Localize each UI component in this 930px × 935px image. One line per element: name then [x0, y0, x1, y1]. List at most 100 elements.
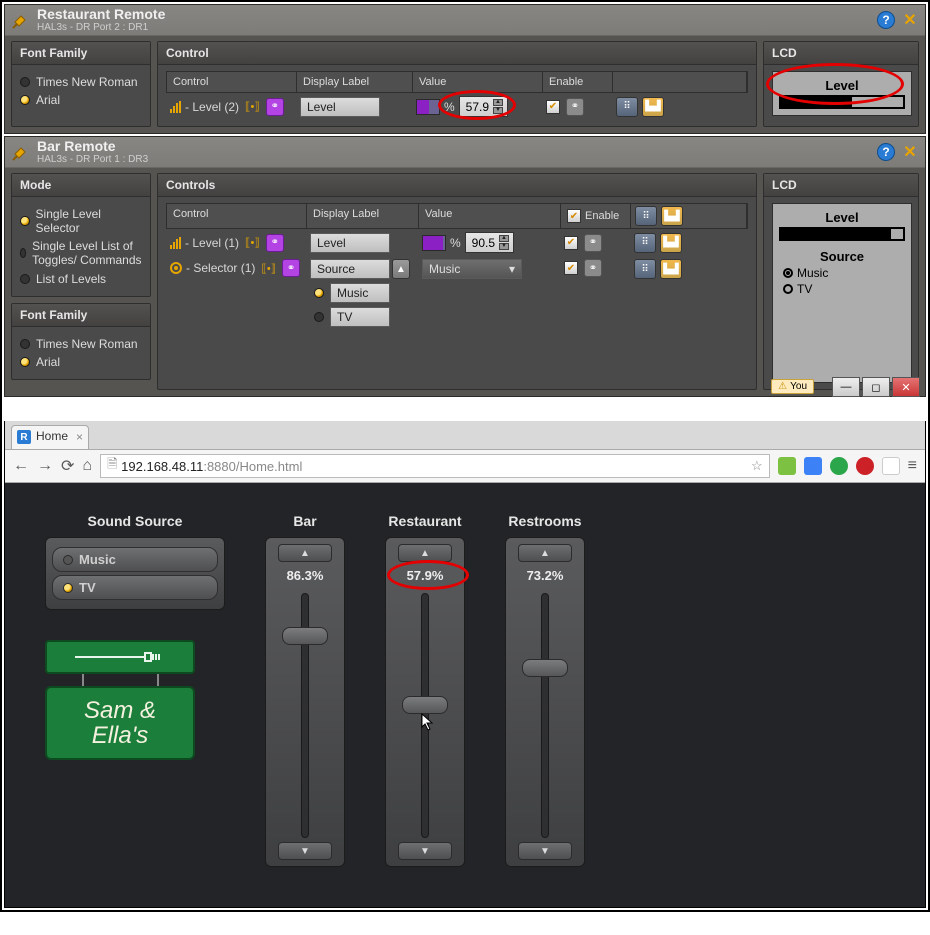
value-bar: .bar-ind[style*="--w:90%"]::after{width:… [422, 235, 446, 251]
control-header: Control [158, 42, 756, 65]
group-button[interactable]: ▙▟ [642, 97, 664, 117]
spinner-icon[interactable]: ▲▼ [493, 99, 503, 114]
browser-window: R Home × ← → ⟳ ⌂ 🗎 192.168.48.11:8880/Ho… [4, 421, 926, 908]
enable-link-icon[interactable]: ⚭ [566, 98, 584, 116]
group-button[interactable]: ▙▟ [660, 233, 682, 253]
slider-restrooms: ▲ 73.2% ▼ [505, 537, 585, 867]
tab-home[interactable]: R Home × [11, 425, 89, 449]
value-input[interactable]: 90.5▲▼ [465, 232, 514, 253]
display-label-input[interactable]: Level [300, 97, 380, 117]
font-option-times[interactable]: Times New Roman [20, 75, 142, 89]
col-control: Control [167, 204, 307, 228]
home-button[interactable]: ⌂ [82, 457, 92, 475]
slider-track[interactable] [421, 593, 429, 838]
mode-single-level-toggles[interactable]: Single Level List of Toggles/ Commands [20, 239, 142, 268]
logo-sign: Sam & Ella's [45, 640, 195, 760]
slider-thumb[interactable] [402, 696, 448, 714]
slider-value: 57.9% [407, 568, 444, 583]
slider-header-bar: Bar [265, 513, 345, 529]
window-maximize-button[interactable]: ◻ [862, 377, 890, 397]
tab-close-icon[interactable]: × [76, 430, 83, 444]
font-option-arial[interactable]: Arial [20, 93, 142, 107]
pair-all-button[interactable]: ⠿ [635, 206, 657, 226]
slider-down-button[interactable]: ▼ [278, 842, 332, 860]
extension-icon[interactable] [830, 457, 848, 475]
group-all-button[interactable]: ▙▟ [661, 206, 683, 226]
collapse-button[interactable]: ▲ [392, 259, 410, 279]
address-bar[interactable]: 🗎 192.168.48.11:8880/Home.html ☆ [100, 454, 770, 478]
star-icon[interactable]: ☆ [751, 458, 763, 474]
enable-checkbox[interactable]: ✔ [546, 100, 560, 114]
level-icon [170, 101, 181, 113]
mode-list-levels[interactable]: List of Levels [20, 272, 142, 286]
reload-button[interactable]: ⟳ [61, 456, 74, 476]
slider-bar: ▲ 86.3% ▼ [265, 537, 345, 867]
link-icon[interactable]: ⚭ [282, 259, 300, 277]
slider-up-button[interactable]: ▲ [518, 544, 572, 562]
window-minimize-button[interactable]: — [832, 377, 860, 397]
enable-checkbox[interactable]: ✔ [564, 261, 578, 275]
window-close-button[interactable]: ✕ [892, 377, 920, 397]
back-button[interactable]: ← [13, 457, 29, 475]
pair-button[interactable]: ⠿ [634, 233, 656, 253]
link-icon[interactable]: ⚭ [266, 98, 284, 116]
brackets-icon: ⟦•⟧ [243, 100, 262, 113]
col-value: Value [419, 204, 561, 228]
enable-all-checkbox[interactable]: ✔ [567, 209, 581, 223]
help-icon[interactable]: ? [877, 11, 895, 29]
extension-icon[interactable] [804, 457, 822, 475]
source-box: Music TV [45, 537, 225, 610]
mode-single-level-selector[interactable]: Single Level Selector [20, 207, 142, 235]
help-icon[interactable]: ? [877, 143, 895, 161]
lcd-preview: Level [772, 71, 912, 116]
font-option-times[interactable]: Times New Roman [20, 337, 142, 351]
pair-button[interactable]: ⠿ [634, 259, 656, 279]
panel-subtitle: HAL3s - DR Port 1 : DR3 [37, 155, 148, 165]
slider-down-button[interactable]: ▼ [518, 842, 572, 860]
slider-up-button[interactable]: ▲ [398, 544, 452, 562]
display-label-input[interactable]: Source [310, 259, 390, 279]
slider-restaurant: ▲ 57.9% ▼ [385, 537, 465, 867]
source-music[interactable]: Music [52, 547, 218, 572]
pushpin-icon [11, 142, 31, 162]
selector-icon [170, 262, 182, 274]
slider-track[interactable] [301, 593, 309, 838]
brackets-icon: ⟦•⟧ [243, 236, 262, 249]
close-icon[interactable]: ✕ [901, 11, 919, 29]
font-option-arial[interactable]: Arial [20, 355, 142, 369]
extension-icon[interactable] [778, 457, 796, 475]
value-dropdown[interactable]: Music▾ [422, 259, 522, 279]
panel-title: Restaurant Remote [37, 7, 165, 21]
slider-down-button[interactable]: ▼ [398, 842, 452, 860]
slider-thumb[interactable] [522, 659, 568, 677]
pair-button[interactable]: ⠿ [616, 97, 638, 117]
bar-remote-panel: Bar Remote HAL3s - DR Port 1 : DR3 ? ✕ M… [4, 136, 926, 397]
slider-header-restaurant: Restaurant [385, 513, 465, 529]
enable-link-icon[interactable]: ⚭ [584, 234, 602, 252]
group-button[interactable]: ▙▟ [660, 259, 682, 279]
display-label-input[interactable]: Level [310, 233, 390, 253]
slider-up-button[interactable]: ▲ [278, 544, 332, 562]
enable-link-icon[interactable]: ⚭ [584, 259, 602, 277]
percent-label: % [444, 100, 455, 114]
forward-button[interactable]: → [37, 457, 53, 475]
extension-icon[interactable] [882, 457, 900, 475]
close-icon[interactable]: ✕ [901, 143, 919, 161]
slider-track[interactable] [541, 593, 549, 838]
source-tv[interactable]: TV [52, 575, 218, 600]
option-music[interactable]: Music [314, 283, 414, 303]
value-input[interactable]: 57.9 ▲▼ [459, 96, 508, 117]
slider-thumb[interactable] [282, 627, 328, 645]
col-control: Control [167, 72, 297, 92]
extension-icon[interactable] [856, 457, 874, 475]
enable-checkbox[interactable]: ✔ [564, 236, 578, 250]
lcd-header: LCD [764, 174, 918, 197]
menu-icon[interactable]: ≡ [908, 457, 917, 475]
option-tv[interactable]: TV [314, 307, 414, 327]
col-display: Display Label [307, 204, 419, 228]
lcd-header: LCD [764, 42, 918, 65]
chevron-down-icon: ▾ [509, 262, 515, 276]
link-icon[interactable]: ⚭ [266, 234, 284, 252]
slider-header-restrooms: Restrooms [505, 513, 585, 529]
level-icon [170, 237, 181, 249]
